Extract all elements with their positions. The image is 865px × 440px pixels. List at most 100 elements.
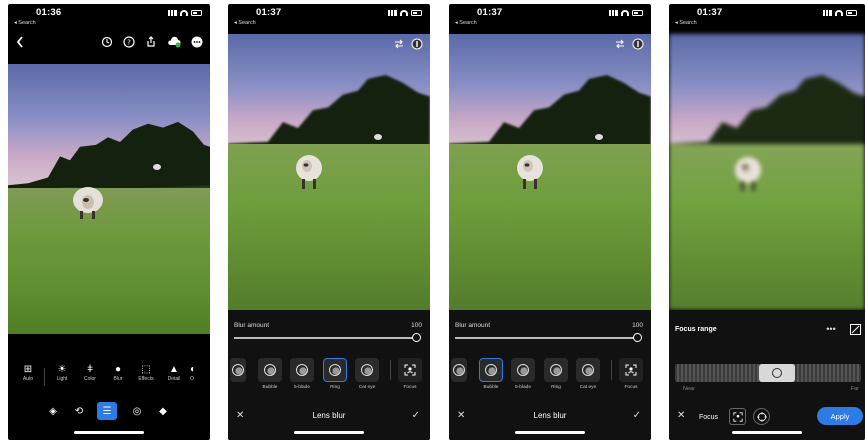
mode-toolbar: ◈ ⟲ ☰ ◎ ◆ [8, 402, 210, 422]
tool-effects-label: Effects [138, 376, 154, 382]
sun-icon: ☀ [57, 364, 67, 375]
preset-ring-label: Ring [330, 385, 340, 390]
apply-button[interactable]: Apply [817, 407, 863, 425]
blur-amount-slider-knob[interactable] [412, 333, 421, 342]
lens-blur-bottom-bar: ✕ Lens blur ✓ [228, 406, 430, 428]
photo-field [228, 144, 430, 310]
focus-range-title: Focus range [675, 326, 717, 333]
close-icon[interactable]: ✕ [677, 410, 685, 421]
system-icons [609, 10, 643, 16]
target-icon [756, 411, 767, 422]
tool-optics[interactable]: ◐ O [190, 364, 210, 382]
tool-detail-label: Detail [167, 376, 181, 382]
focus-icon [625, 364, 637, 376]
preset-partial[interactable] [230, 358, 246, 382]
focus-range-handle[interactable] [759, 364, 795, 382]
status-time: 01:37 [256, 7, 282, 18]
ring-preset-icon [550, 364, 562, 376]
tool-auto[interactable]: ⊞ Auto [14, 364, 42, 382]
tool-color[interactable]: ǂ Color [76, 364, 104, 382]
point-focus-button[interactable] [753, 408, 770, 425]
far-label: Far [850, 386, 859, 392]
wifi-icon [400, 10, 408, 16]
presets-icon[interactable]: ◈ [46, 404, 60, 418]
share-icon[interactable] [144, 36, 158, 48]
focus-button[interactable] [398, 358, 422, 382]
status-bar: 01:37 ◂ Search [669, 4, 865, 34]
home-indicator [732, 431, 802, 434]
preset-partial[interactable] [451, 358, 467, 382]
history-icon[interactable] [100, 36, 114, 48]
lens-blur-title: Lens blur [533, 411, 567, 420]
back-chevron-icon[interactable] [14, 36, 26, 48]
preset-bubble-label: Bubble [483, 385, 499, 390]
blade-preset-icon [296, 364, 308, 376]
focus-button[interactable] [619, 358, 643, 382]
blur-amount-slider-track[interactable] [455, 337, 639, 339]
preset-cat-eye-label: Cat eye [358, 385, 376, 390]
focus-icon [404, 364, 416, 376]
edit-sliders-icon[interactable]: ☰ [97, 402, 117, 420]
compare-icon[interactable] [392, 38, 406, 50]
heal-icon[interactable]: ◎ [130, 404, 144, 418]
preset-cat-eye[interactable] [355, 358, 379, 382]
blade-preset-icon [517, 364, 529, 376]
wifi-icon [180, 10, 188, 16]
preset-bubble[interactable] [258, 358, 282, 382]
tool-detail[interactable]: ▲ Detail [160, 364, 188, 382]
photo-distant-sheep [374, 134, 382, 140]
back-to-search-link[interactable]: ◂ Search [14, 20, 36, 26]
photo-preview[interactable] [228, 34, 430, 310]
tool-effects[interactable]: ⬚ Effects [132, 364, 160, 382]
blur-amount-slider-knob[interactable] [633, 333, 642, 342]
confirm-check-icon[interactable]: ✓ [633, 410, 641, 421]
blur-amount-slider-track[interactable] [234, 337, 418, 339]
compare-icon[interactable] [613, 38, 627, 50]
tool-auto-label: Auto [22, 376, 34, 382]
more-options-icon[interactable]: ••• [825, 324, 837, 334]
toolbar-divider [44, 368, 45, 386]
status-bar: 01:37 ◂ Search [228, 4, 430, 34]
photo-distant-sheep [153, 164, 161, 170]
back-to-search-link[interactable]: ◂ Search [455, 20, 477, 26]
info-icon[interactable] [410, 38, 424, 50]
preset-5-blade-label: 5-blade [293, 385, 310, 390]
bubble-preset-icon [264, 364, 276, 376]
photo-distant-sheep [595, 134, 603, 140]
preset-ring[interactable] [323, 358, 347, 382]
preset-5-blade[interactable] [511, 358, 535, 382]
eraser-icon[interactable]: ◆ [156, 404, 170, 418]
back-to-search-link[interactable]: ◂ Search [234, 20, 256, 26]
more-icon[interactable] [190, 36, 204, 48]
partial-preset-icon [232, 364, 244, 376]
photo-preview[interactable] [8, 64, 210, 334]
preset-cat-eye[interactable] [576, 358, 600, 382]
cloud-sync-icon[interactable] [166, 36, 182, 48]
back-to-search-link[interactable]: ◂ Search [675, 20, 697, 26]
signal-icon [609, 10, 618, 16]
lens-blur-bottom-bar: ✕ Lens blur ✓ [449, 406, 651, 428]
preset-cat-eye-label: Cat eye [579, 385, 597, 390]
mask-overlay-icon[interactable] [849, 323, 861, 335]
status-time: 01:36 [36, 7, 62, 18]
thermometer-icon: ǂ [87, 364, 93, 375]
info-icon[interactable] [631, 38, 645, 50]
help-icon[interactable]: ? [122, 36, 136, 48]
tool-blur[interactable]: ● Blur [104, 364, 132, 382]
photo-field [8, 188, 210, 334]
confirm-check-icon[interactable]: ✓ [412, 410, 420, 421]
preset-bubble[interactable] [479, 358, 503, 382]
crop-icon[interactable]: ⟲ [72, 404, 86, 418]
lens-blur-panel: Blur amount 100 Bubble 5-blade Ring Cat … [449, 310, 651, 440]
phone-lens-blur-bubble: 01:37 ◂ Search Blur amount 100 Bubble 5-… [449, 4, 651, 440]
preset-5-blade[interactable] [290, 358, 314, 382]
preset-ring[interactable] [544, 358, 568, 382]
lens-blur-title: Lens blur [312, 411, 346, 420]
subject-focus-button[interactable] [729, 408, 746, 425]
photo-sheep [73, 187, 103, 219]
photo-preview[interactable] [669, 34, 865, 310]
tool-light[interactable]: ☀ Light [48, 364, 76, 382]
optics-icon: ◐ [190, 364, 197, 375]
focus-mode-label: Focus [699, 414, 719, 421]
photo-preview[interactable] [449, 34, 651, 310]
